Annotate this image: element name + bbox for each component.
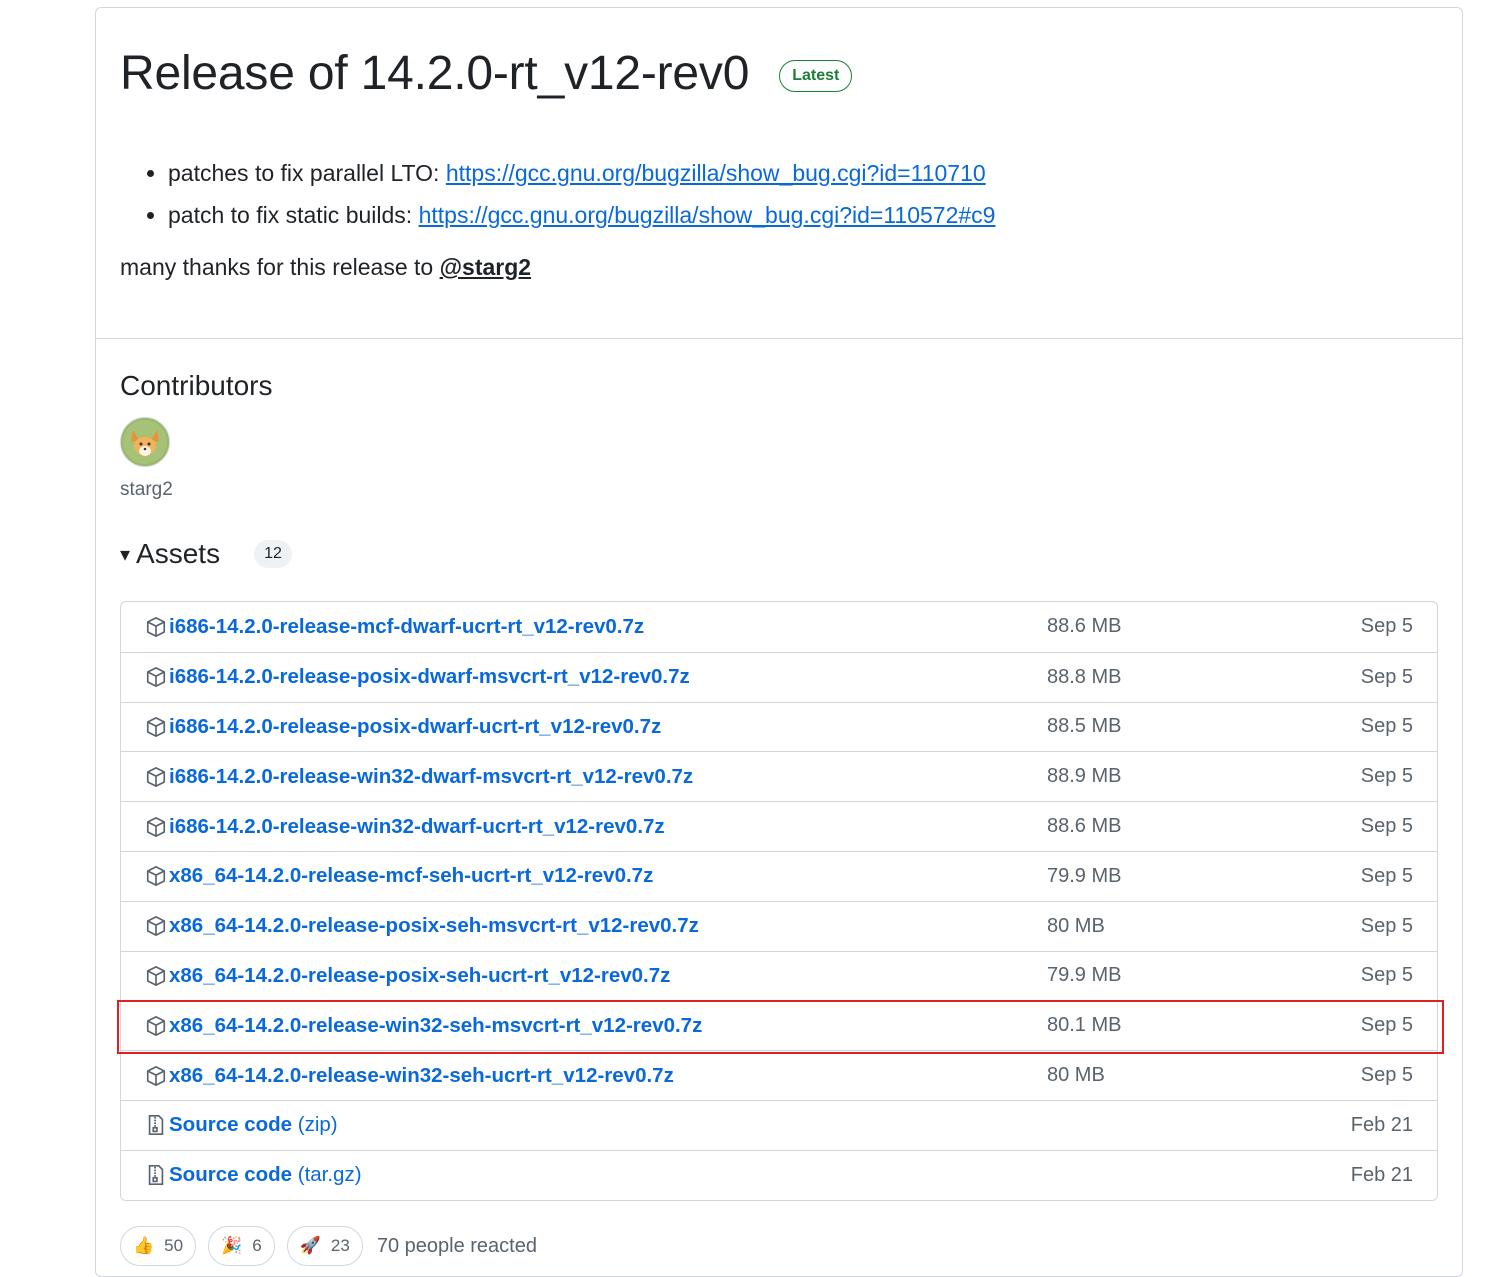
- asset-link[interactable]: i686-14.2.0-release-mcf-dwarf-ucrt-rt_v1…: [169, 615, 644, 639]
- reaction-button[interactable]: 👍 50: [120, 1226, 197, 1266]
- asset-list: i686-14.2.0-release-mcf-dwarf-ucrt-rt_v1…: [120, 601, 1438, 1201]
- release-footer: Contributors starg2 ▾ Assets 12 i686-14.…: [96, 369, 1462, 1201]
- bug-link[interactable]: https://gcc.gnu.org/bugzilla/show_bug.cg…: [419, 202, 996, 228]
- thanks-line: many thanks for this release to @starg2: [120, 254, 1438, 281]
- asset-link[interactable]: x86_64-14.2.0-release-win32-seh-msvcrt-r…: [169, 1014, 702, 1038]
- asset-size: 88.6 MB: [1047, 815, 1122, 838]
- reaction-count: 6: [252, 1236, 262, 1255]
- asset-link[interactable]: i686-14.2.0-release-posix-dwarf-msvcrt-r…: [169, 665, 690, 689]
- contributors-heading: Contributors: [120, 370, 273, 401]
- asset-size: 80 MB: [1047, 914, 1105, 937]
- asset-row: i686-14.2.0-release-win32-dwarf-msvcrt-r…: [121, 751, 1437, 801]
- asset-date: Sep 5: [1360, 665, 1413, 688]
- asset-size: 88.6 MB: [1047, 615, 1122, 638]
- asset-size: 88.5 MB: [1047, 715, 1122, 738]
- release-header: Release of 14.2.0-rt_v12-rev0 Latest pat…: [96, 8, 1462, 339]
- asset-date: Sep 5: [1360, 815, 1413, 838]
- asset-row: x86_64-14.2.0-release-posix-seh-ucrt-rt_…: [121, 950, 1437, 1001]
- asset-row: x86_64-14.2.0-release-posix-seh-msvcrt-r…: [121, 900, 1437, 951]
- thumbs-up-icon: 👍: [133, 1236, 155, 1255]
- package-icon: [145, 816, 167, 838]
- note-text: patches to fix parallel LTO:: [168, 160, 446, 186]
- latest-badge: Latest: [779, 60, 853, 92]
- asset-link[interactable]: x86_64-14.2.0-release-posix-seh-ucrt-rt_…: [169, 964, 670, 988]
- asset-row: Source code (zip) Feb 21: [121, 1099, 1437, 1150]
- package-icon: [145, 616, 167, 638]
- package-icon: [145, 1065, 167, 1087]
- title-row: Release of 14.2.0-rt_v12-rev0 Latest: [120, 46, 1438, 102]
- asset-link[interactable]: x86_64-14.2.0-release-mcf-seh-ucrt-rt_v1…: [169, 864, 653, 888]
- file-zip-icon: [145, 1164, 167, 1186]
- reactions-summary[interactable]: 70 people reacted: [377, 1235, 537, 1258]
- assets-heading[interactable]: Assets: [136, 537, 220, 571]
- asset-size: 88.9 MB: [1047, 765, 1122, 788]
- asset-size: 80.1 MB: [1047, 1014, 1122, 1037]
- assets-count-badge: 12: [254, 540, 292, 568]
- asset-date: Feb 21: [1350, 1163, 1413, 1186]
- release-notes: patches to fix parallel LTO: https://gcc…: [168, 152, 1438, 236]
- asset-row: i686-14.2.0-release-mcf-dwarf-ucrt-rt_v1…: [121, 602, 1437, 652]
- asset-date: Sep 5: [1360, 1064, 1413, 1087]
- rocket-icon: 🚀: [299, 1236, 321, 1255]
- reaction-count: 23: [330, 1236, 350, 1255]
- asset-date: Feb 21: [1350, 1113, 1413, 1136]
- release-title: Release of 14.2.0-rt_v12-rev0: [120, 47, 750, 100]
- asset-size: 79.9 MB: [1047, 864, 1122, 887]
- contributor-name[interactable]: starg2: [120, 479, 1438, 501]
- caret-down-icon[interactable]: ▾: [120, 542, 130, 567]
- reaction-button[interactable]: 🎉 6: [208, 1226, 275, 1266]
- reaction-button[interactable]: 🚀 23: [286, 1226, 363, 1266]
- release-card: Release of 14.2.0-rt_v12-rev0 Latest pat…: [95, 7, 1463, 1277]
- asset-size: 79.9 MB: [1047, 964, 1122, 987]
- package-icon: [145, 766, 167, 788]
- assets-header[interactable]: ▾ Assets 12: [120, 537, 1438, 571]
- package-icon: [145, 915, 167, 937]
- asset-date: Sep 5: [1360, 964, 1413, 987]
- asset-row: x86_64-14.2.0-release-win32-seh-msvcrt-r…: [121, 1000, 1437, 1050]
- asset-row: Source code (tar.gz) Feb 21: [121, 1149, 1437, 1200]
- user-mention-link[interactable]: @starg2: [440, 254, 531, 280]
- fox-avatar-icon: [123, 420, 167, 464]
- asset-link[interactable]: x86_64-14.2.0-release-win32-seh-ucrt-rt_…: [169, 1064, 674, 1088]
- file-zip-icon: [145, 1114, 167, 1136]
- package-icon: [145, 965, 167, 987]
- note-item: patches to fix parallel LTO: https://gcc…: [168, 152, 1438, 194]
- asset-link[interactable]: i686-14.2.0-release-win32-dwarf-msvcrt-r…: [169, 765, 693, 789]
- note-item: patch to fix static builds: https://gcc.…: [168, 194, 1438, 236]
- avatar[interactable]: [120, 417, 170, 467]
- reactions-bar: 👍 50 🎉 6 🚀 23 70 people reacted: [120, 1226, 537, 1266]
- asset-link[interactable]: i686-14.2.0-release-posix-dwarf-ucrt-rt_…: [169, 715, 661, 739]
- asset-date: Sep 5: [1360, 864, 1413, 887]
- asset-link[interactable]: Source code (zip): [169, 1113, 338, 1137]
- thanks-text: many thanks for this release to: [120, 254, 440, 280]
- asset-date: Sep 5: [1360, 715, 1413, 738]
- asset-date: Sep 5: [1360, 914, 1413, 937]
- bug-link[interactable]: https://gcc.gnu.org/bugzilla/show_bug.cg…: [446, 160, 986, 186]
- tada-icon: 🎉: [221, 1236, 243, 1255]
- asset-link[interactable]: Source code (tar.gz): [169, 1163, 362, 1187]
- asset-row: x86_64-14.2.0-release-mcf-seh-ucrt-rt_v1…: [121, 850, 1437, 901]
- note-text: patch to fix static builds:: [168, 202, 419, 228]
- package-icon: [145, 865, 167, 887]
- asset-row: i686-14.2.0-release-posix-dwarf-ucrt-rt_…: [121, 701, 1437, 752]
- reaction-count: 50: [164, 1236, 184, 1255]
- package-icon: [145, 1015, 167, 1037]
- asset-row: i686-14.2.0-release-posix-dwarf-msvcrt-r…: [121, 651, 1437, 702]
- asset-size: 80 MB: [1047, 1064, 1105, 1087]
- asset-row: x86_64-14.2.0-release-win32-seh-ucrt-rt_…: [121, 1050, 1437, 1100]
- package-icon: [145, 716, 167, 738]
- package-icon: [145, 666, 167, 688]
- asset-date: Sep 5: [1360, 615, 1413, 638]
- asset-date: Sep 5: [1360, 765, 1413, 788]
- asset-size: 88.8 MB: [1047, 665, 1122, 688]
- asset-link[interactable]: i686-14.2.0-release-win32-dwarf-ucrt-rt_…: [169, 815, 665, 839]
- asset-date: Sep 5: [1360, 1014, 1413, 1037]
- asset-row: i686-14.2.0-release-win32-dwarf-ucrt-rt_…: [121, 801, 1437, 851]
- asset-link[interactable]: x86_64-14.2.0-release-posix-seh-msvcrt-r…: [169, 914, 699, 938]
